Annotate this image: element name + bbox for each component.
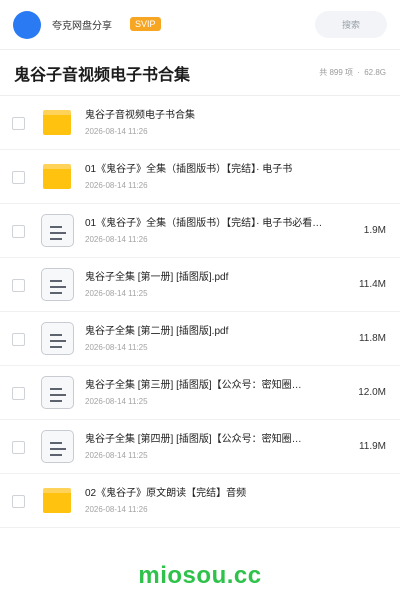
folder-summary: 共 899 项 · 62.8G <box>317 67 386 78</box>
file-row[interactable]: 鬼谷子全集 [第二册] [插图版].pdf 2026-08-14 11:25 11.… <box>0 312 400 366</box>
select-checkbox[interactable] <box>12 387 25 400</box>
watermark: miosou.cc <box>138 562 262 589</box>
avatar[interactable] <box>13 10 41 39</box>
file-row[interactable]: 01《鬼谷子》全集（插图版书）【完结】· 电子书必看… 2026-08-14 11… <box>0 204 400 258</box>
file-name[interactable]: 02《鬼谷子》原文朗读【完结】音频 <box>85 487 386 501</box>
file-size: 12.0M <box>358 387 386 398</box>
file-info: 02《鬼谷子》原文朗读【完结】音频 2026-08-14 11:26 <box>85 487 386 515</box>
file-row[interactable]: 01《鬼谷子》全集（插图版书）【完结】· 电子书 2026-08-14 11:26 <box>0 150 400 204</box>
select-checkbox[interactable] <box>12 171 25 184</box>
title-bar: 鬼谷子音视频电子书合集 共 899 项 · 62.8G <box>0 50 400 96</box>
file-info: 鬼谷子音视频电子书合集 2026-08-14 11:26 <box>85 109 386 137</box>
select-checkbox[interactable] <box>12 441 25 454</box>
file-size: 11.9M <box>358 441 386 452</box>
file-info: 鬼谷子全集 [第一册] [插图版].pdf 2026-08-14 11:25 <box>85 271 348 299</box>
file-name[interactable]: 鬼谷子音视频电子书合集 <box>85 109 386 123</box>
header: 夸克网盘分享 SVIP 搜索 <box>0 0 400 50</box>
file-date: 2026-08-14 11:26 <box>85 234 148 244</box>
file-name[interactable]: 鬼谷子全集 [第四册] [插图版]【公众号：密知圈… <box>85 433 348 447</box>
file-size: 1.9M <box>363 225 386 236</box>
file-info: 鬼谷子全集 [第三册] [插图版]【公众号：密知圈… 2026-08-14 11:… <box>85 379 348 407</box>
file-date: 2026-08-14 11:25 <box>85 450 148 460</box>
search-placeholder: 搜索 <box>341 20 360 30</box>
summary-separator: · <box>357 68 360 77</box>
total-size: 62.8G <box>364 68 386 77</box>
select-checkbox[interactable] <box>12 333 25 346</box>
select-checkbox[interactable] <box>12 117 25 130</box>
file-date: 2026-08-14 11:25 <box>85 396 148 406</box>
file-date: 2026-08-14 11:26 <box>85 180 148 190</box>
file-row[interactable]: 02《鬼谷子》原文朗读【完结】音频 2026-08-14 11:26 <box>0 474 400 528</box>
file-list: 鬼谷子音视频电子书合集 2026-08-14 11:26 01《鬼谷子》全集（插图版… <box>0 96 400 528</box>
document-icon <box>39 267 75 303</box>
file-name[interactable]: 鬼谷子全集 [第一册] [插图版].pdf <box>85 271 348 285</box>
item-count: 共 899 项 <box>319 68 354 77</box>
file-date: 2026-08-14 11:25 <box>85 342 148 352</box>
file-info: 鬼谷子全集 [第二册] [插图版].pdf 2026-08-14 11:25 <box>85 325 348 353</box>
file-date: 2026-08-14 11:26 <box>85 504 148 514</box>
document-icon <box>39 213 75 249</box>
file-row[interactable]: 鬼谷子全集 [第四册] [插图版]【公众号：密知圈… 2026-08-14 11:… <box>0 420 400 474</box>
folder-icon <box>39 159 75 195</box>
select-checkbox[interactable] <box>12 279 25 292</box>
search-input[interactable]: 搜索 <box>315 11 387 38</box>
file-info: 鬼谷子全集 [第四册] [插图版]【公众号：密知圈… 2026-08-14 11:… <box>85 433 348 461</box>
file-info: 01《鬼谷子》全集（插图版书）【完结】· 电子书必看… 2026-08-14 11… <box>85 217 348 245</box>
file-row[interactable]: 鬼谷子全集 [第三册] [插图版]【公众号：密知圈… 2026-08-14 11:… <box>0 366 400 420</box>
document-icon <box>39 321 75 357</box>
file-name[interactable]: 01《鬼谷子》全集（插图版书）【完结】· 电子书必看… <box>85 217 348 231</box>
folder-icon <box>39 105 75 141</box>
document-icon <box>39 429 75 465</box>
file-size: 11.8M <box>358 333 386 344</box>
folder-icon <box>39 483 75 519</box>
file-date: 2026-08-14 11:25 <box>85 288 148 298</box>
vip-badge: SVIP <box>130 16 161 31</box>
file-name[interactable]: 01《鬼谷子》全集（插图版书）【完结】· 电子书 <box>85 163 386 177</box>
file-name[interactable]: 鬼谷子全集 [第三册] [插图版]【公众号：密知圈… <box>85 379 348 393</box>
document-icon <box>39 375 75 411</box>
file-size: 11.4M <box>358 279 386 290</box>
page-title: 鬼谷子音视频电子书合集 <box>14 66 191 84</box>
file-row[interactable]: 鬼谷子全集 [第一册] [插图版].pdf 2026-08-14 11:25 11.… <box>0 258 400 312</box>
select-checkbox[interactable] <box>12 225 25 238</box>
file-row[interactable]: 鬼谷子音视频电子书合集 2026-08-14 11:26 <box>0 96 400 150</box>
file-date: 2026-08-14 11:26 <box>85 126 148 136</box>
file-info: 01《鬼谷子》全集（插图版书）【完结】· 电子书 2026-08-14 11:26 <box>85 163 386 191</box>
file-name[interactable]: 鬼谷子全集 [第二册] [插图版].pdf <box>85 325 348 339</box>
select-checkbox[interactable] <box>12 495 25 508</box>
user-name[interactable]: 夸克网盘分享 <box>52 17 112 32</box>
